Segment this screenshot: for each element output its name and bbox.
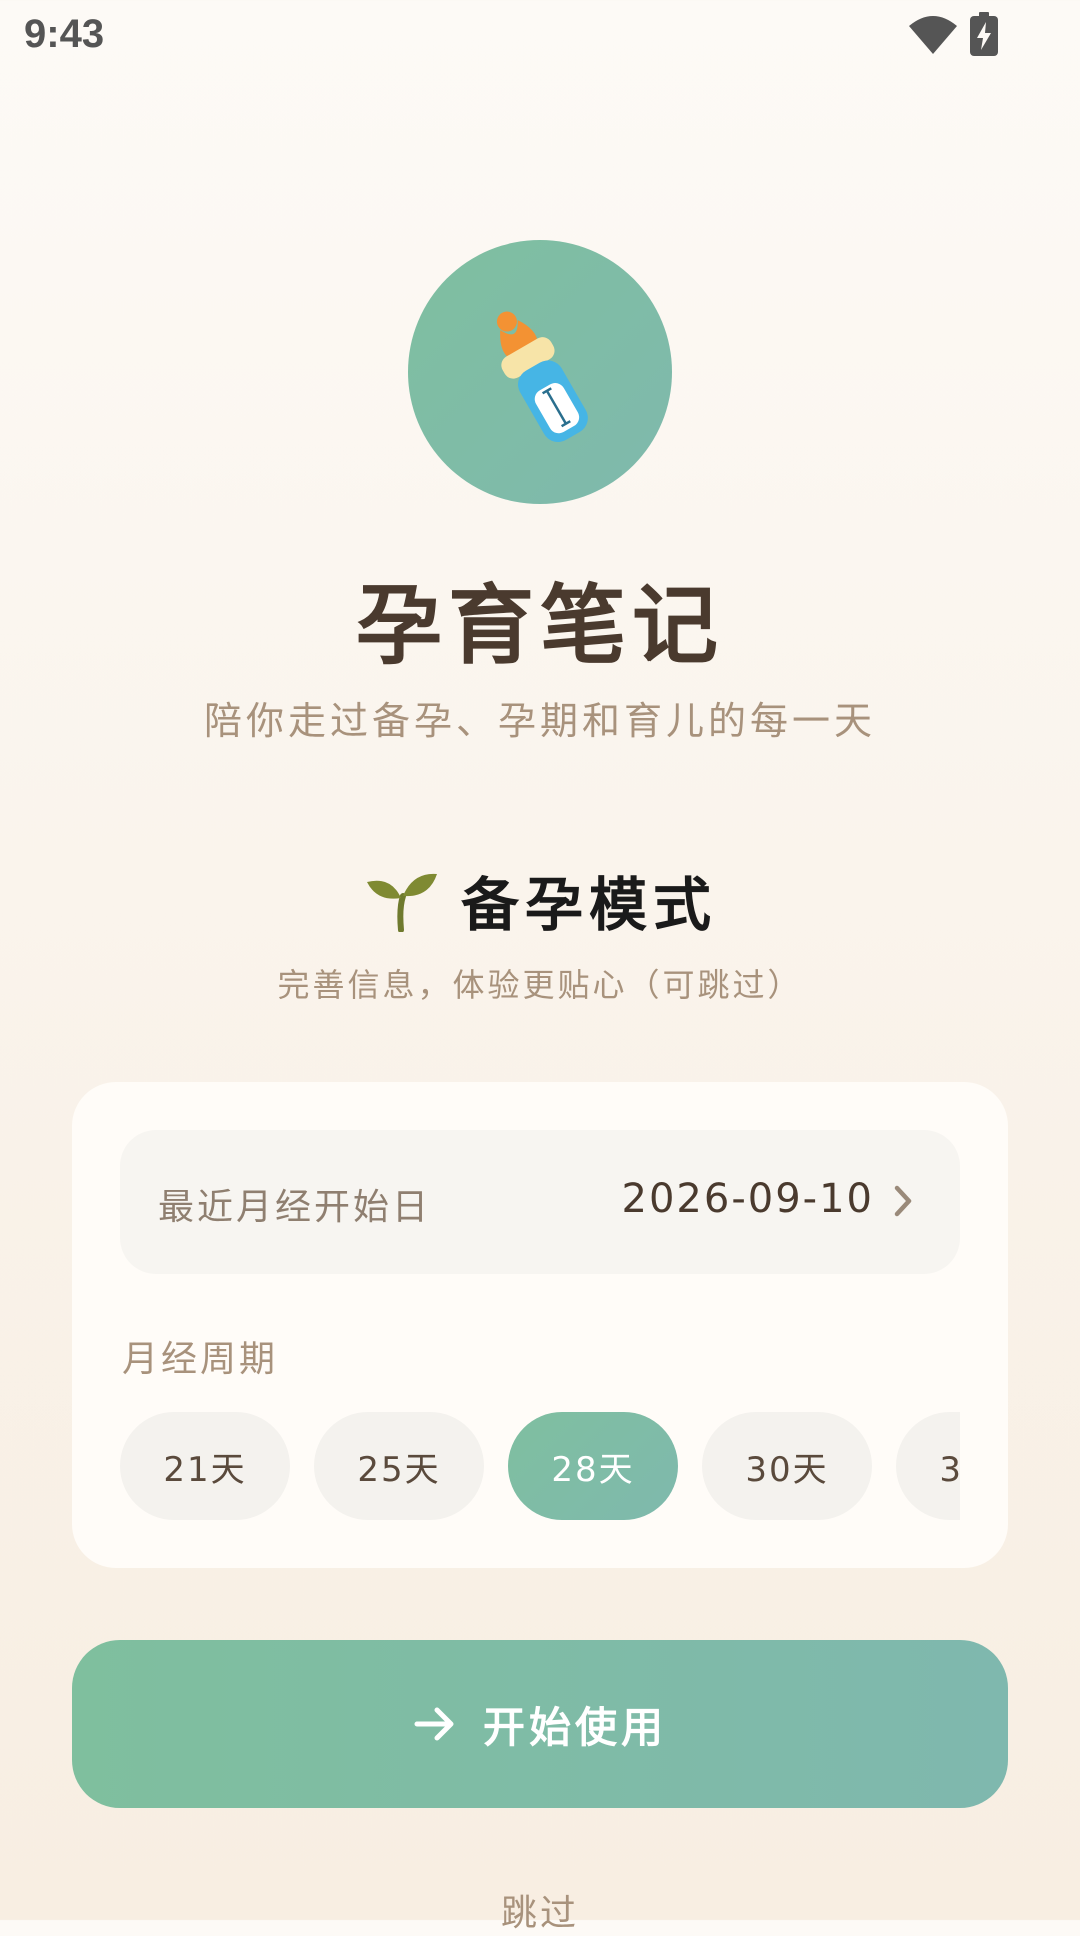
mode-title: 备孕模式 — [460, 871, 717, 939]
skip-link[interactable]: 跳过 — [0, 1884, 1080, 1936]
status-bar: 9:43 — [0, 0, 1080, 74]
cycle-option-28-selected[interactable]: 28天 — [508, 1412, 678, 1520]
cycle-option-21[interactable]: 21天 — [120, 1412, 290, 1520]
cycle-option-25[interactable]: 25天 — [314, 1412, 484, 1520]
last-period-value: 2026-09-10 — [621, 1176, 874, 1222]
baby-bottle-icon — [496, 311, 588, 442]
status-time: 9:43 — [24, 12, 105, 56]
last-period-date-picker[interactable]: 最近月经开始日 2026-09-10 — [120, 1130, 960, 1274]
app-title: 孕育笔记 — [356, 575, 724, 676]
app-logo — [408, 240, 672, 504]
mode-subtitle: 完善信息，体验更贴心（可跳过） — [277, 966, 803, 1004]
cycle-options-scroller[interactable]: 21天 25天 28天 30天 35天 — [120, 1412, 960, 1520]
sprout-icon — [366, 873, 437, 932]
cycle-option-30[interactable]: 30天 — [702, 1412, 872, 1520]
profile-card: 最近月经开始日 2026-09-10 月经周期 21天 25天 28天 30天 … — [72, 1082, 1008, 1568]
battery-charging-icon — [970, 12, 998, 56]
cycle-label: 月经周期 — [122, 1339, 279, 1380]
app-subtitle: 陪你走过备孕、孕期和育儿的每一天 — [203, 699, 876, 743]
chevron-right-icon — [894, 1185, 912, 1217]
cycle-option-35[interactable]: 35天 — [896, 1412, 960, 1520]
start-button[interactable]: 开始使用 — [72, 1640, 1008, 1808]
arrow-right-icon — [414, 1707, 454, 1741]
mode-header: 备孕模式 — [0, 858, 1080, 942]
wifi-icon — [909, 16, 957, 54]
start-button-label: 开始使用 — [482, 1702, 667, 1752]
last-period-label: 最近月经开始日 — [158, 1187, 432, 1228]
